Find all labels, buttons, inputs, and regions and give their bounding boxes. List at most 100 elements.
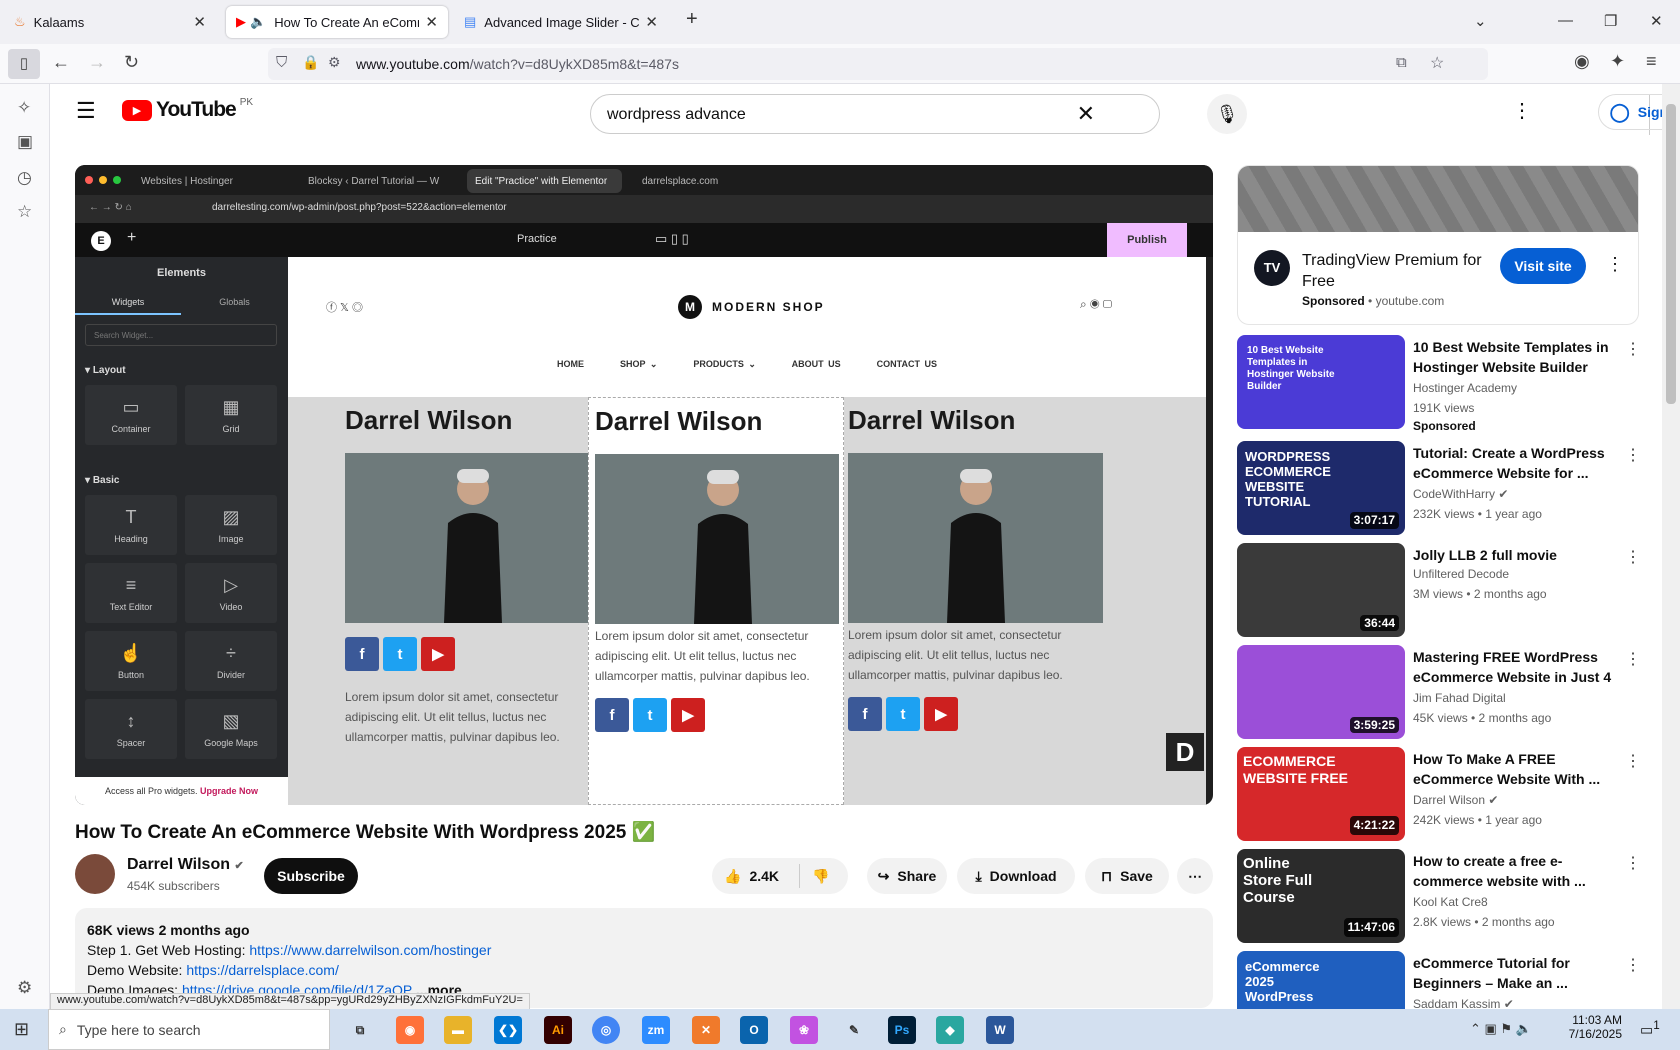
ai-chat-icon[interactable]: ✧ bbox=[17, 98, 31, 118]
related-video[interactable]: eCommerce 2025 WordPress eCommerce Tutor… bbox=[1237, 951, 1657, 1009]
lock-icon[interactable]: 🔒 bbox=[302, 54, 319, 71]
related-video[interactable]: 3:59:25 Mastering FREE WordPress eCommer… bbox=[1237, 645, 1657, 741]
picture-in-picture-icon[interactable]: ⧉ bbox=[1396, 54, 1407, 71]
word-icon[interactable]: W bbox=[986, 1016, 1014, 1044]
vscode-icon[interactable]: ❮❯ bbox=[494, 1016, 522, 1044]
pen-tool-icon[interactable]: ✎ bbox=[840, 1016, 868, 1044]
close-icon[interactable]: ✕ bbox=[425, 13, 438, 31]
related-video[interactable]: WORDPRESS ECOMMERCE WEBSITE TUTORIAL 3:07… bbox=[1237, 441, 1657, 537]
search-box[interactable]: wordpress advance ✕ ⌕ bbox=[590, 94, 1680, 135]
download-button[interactable]: ⤓ Download bbox=[957, 858, 1075, 894]
related-video[interactable]: 10 Best Website Templates in Hostinger W… bbox=[1237, 335, 1657, 433]
related-title[interactable]: How To Make A FREE eCommerce Website Wit… bbox=[1413, 749, 1623, 789]
video-thumbnail[interactable]: 36:44 bbox=[1237, 543, 1405, 637]
video-menu-icon[interactable]: ⋮ bbox=[1625, 649, 1641, 669]
task-view-icon[interactable]: ⧉ bbox=[346, 1016, 374, 1044]
related-channel[interactable]: Unfiltered Decode bbox=[1413, 567, 1509, 581]
browser-tab-docs[interactable]: ▤ Advanced Image Slider - Code ✕ bbox=[454, 6, 668, 38]
new-tab-button[interactable]: + bbox=[686, 8, 698, 31]
account-icon[interactable]: ◉ bbox=[1574, 51, 1590, 72]
shield-icon[interactable]: ⛉ bbox=[276, 54, 287, 71]
extensions-icon[interactable]: ✦ bbox=[1610, 51, 1625, 72]
visit-site-button[interactable]: Visit site bbox=[1500, 248, 1586, 284]
related-title[interactable]: 10 Best Website Templates in Hostinger W… bbox=[1413, 337, 1623, 377]
related-title[interactable]: How to create a free e-commerce website … bbox=[1413, 851, 1623, 891]
clear-search-icon[interactable]: ✕ bbox=[1077, 101, 1095, 127]
ad-more-icon[interactable]: ⋮ bbox=[1606, 254, 1624, 275]
close-icon[interactable]: ✕ bbox=[193, 13, 206, 31]
video-thumbnail[interactable]: 10 Best Website Templates in Hostinger W… bbox=[1237, 335, 1405, 429]
video-player[interactable]: Websites | Hostinger Blocksy ‹ Darrel Tu… bbox=[75, 165, 1213, 805]
system-tray-icons[interactable]: ⌃ ▣ ⚑ 🔈 bbox=[1470, 1021, 1532, 1037]
sidebar-toggle-icon[interactable]: ▯ bbox=[8, 49, 40, 79]
subscribe-button[interactable]: Subscribe bbox=[264, 858, 358, 894]
window-close-button[interactable]: ✕ bbox=[1650, 12, 1663, 30]
ad-banner-image[interactable] bbox=[1238, 166, 1638, 232]
browser-tab-youtube[interactable]: ▶ 🔈 How To Create An eCommerce ✕ bbox=[226, 6, 448, 38]
minimize-button[interactable]: — bbox=[1558, 12, 1573, 29]
history-icon[interactable]: ◷ bbox=[17, 168, 32, 188]
ad-title[interactable]: TradingView Premium for Free bbox=[1302, 250, 1492, 292]
synced-tabs-icon[interactable]: ▣ bbox=[17, 132, 33, 152]
bookmark-star-icon[interactable]: ☆ bbox=[1430, 53, 1444, 73]
more-options-icon[interactable]: ⋮ bbox=[1512, 98, 1532, 123]
related-title[interactable]: Mastering FREE WordPress eCommerce Websi… bbox=[1413, 647, 1623, 687]
thumbs-up-icon[interactable]: 👍 bbox=[724, 868, 741, 885]
hosting-link[interactable]: https://www.darrelwilson.com/hostinger bbox=[249, 942, 491, 958]
close-icon[interactable]: ✕ bbox=[645, 13, 658, 31]
scrollbar-thumb[interactable] bbox=[1666, 104, 1676, 404]
related-video[interactable]: 36:44 Jolly LLB 2 full movie Unfiltered … bbox=[1237, 543, 1657, 639]
save-button[interactable]: ⊓ Save bbox=[1085, 858, 1169, 894]
hamburger-menu-icon[interactable]: ☰ bbox=[76, 98, 96, 124]
video-thumbnail[interactable]: 3:59:25 bbox=[1237, 645, 1405, 739]
related-channel[interactable]: Hostinger Academy bbox=[1413, 381, 1517, 395]
file-explorer-icon[interactable]: ▬ bbox=[444, 1016, 472, 1044]
url-text[interactable]: www.youtube.com/watch?v=d8UykXD85m8&t=48… bbox=[356, 56, 679, 72]
settings-gear-icon[interactable]: ⚙ bbox=[17, 978, 32, 998]
video-menu-icon[interactable]: ⋮ bbox=[1625, 339, 1641, 359]
video-menu-icon[interactable]: ⋮ bbox=[1625, 955, 1641, 975]
illustrator-icon[interactable]: Ai bbox=[544, 1016, 572, 1044]
share-button[interactable]: ↪ Share bbox=[867, 858, 947, 894]
notification-center[interactable]: ▭1 bbox=[1640, 1019, 1660, 1039]
chrome-icon[interactable]: ◎ bbox=[592, 1016, 620, 1044]
related-title[interactable]: eCommerce Tutorial for Beginners – Make … bbox=[1413, 953, 1623, 993]
xampp-icon[interactable]: ✕ bbox=[692, 1016, 720, 1044]
permissions-icon[interactable]: ⚙ bbox=[328, 54, 341, 71]
video-menu-icon[interactable]: ⋮ bbox=[1625, 445, 1641, 465]
reload-icon[interactable]: ↻ bbox=[124, 52, 139, 73]
voice-search-button[interactable]: 🎙 bbox=[1207, 94, 1247, 134]
page-scrollbar[interactable] bbox=[1662, 84, 1680, 1009]
related-video[interactable]: Online Store Full Course 11:47:06 How to … bbox=[1237, 849, 1657, 945]
related-title[interactable]: Tutorial: Create a WordPress eCommerce W… bbox=[1413, 443, 1623, 483]
maximize-button[interactable]: ❐ bbox=[1604, 12, 1617, 30]
video-thumbnail[interactable]: Online Store Full Course 11:47:06 bbox=[1237, 849, 1405, 943]
bookmarks-icon[interactable]: ☆ bbox=[17, 202, 32, 222]
more-actions-button[interactable]: ⋯ bbox=[1177, 858, 1213, 894]
photoshop-icon[interactable]: Ps bbox=[888, 1016, 916, 1044]
search-input[interactable]: wordpress advance bbox=[607, 106, 746, 124]
chevron-down-icon[interactable]: ⌄ bbox=[1474, 12, 1487, 30]
firefox-icon[interactable]: ◉ bbox=[396, 1016, 424, 1044]
related-video[interactable]: ECOMMERCE WEBSITE FREE 4:21:22 How To Mak… bbox=[1237, 747, 1657, 843]
demo-website-link[interactable]: https://darrelsplace.com/ bbox=[186, 962, 339, 978]
video-thumbnail[interactable]: WORDPRESS ECOMMERCE WEBSITE TUTORIAL 3:07… bbox=[1237, 441, 1405, 535]
thumbs-down-icon[interactable]: 👎 bbox=[812, 868, 829, 885]
video-menu-icon[interactable]: ⋮ bbox=[1625, 751, 1641, 771]
related-channel-wrap[interactable]: Darrel Wilson ✔ bbox=[1413, 793, 1498, 807]
photos-icon[interactable]: ❀ bbox=[790, 1016, 818, 1044]
related-title[interactable]: Jolly LLB 2 full movie bbox=[1413, 545, 1623, 565]
outlook-icon[interactable]: O bbox=[740, 1016, 768, 1044]
windows-start-icon[interactable]: ⊞ bbox=[14, 1019, 29, 1040]
address-bar[interactable]: ⛉ 🔒 ⚙ www.youtube.com/watch?v=d8UykXD85m… bbox=[268, 48, 1488, 80]
forward-icon[interactable]: → bbox=[88, 52, 106, 73]
video-thumbnail[interactable]: eCommerce 2025 WordPress bbox=[1237, 951, 1405, 1009]
related-channel-wrap[interactable]: CodeWithHarry ✔ bbox=[1413, 487, 1508, 501]
taskbar-search[interactable]: ⌕ Type here to search bbox=[48, 1009, 330, 1050]
related-channel-wrap[interactable]: Saddam Kassim ✔ bbox=[1413, 997, 1514, 1009]
like-count[interactable]: 2.4K bbox=[749, 868, 779, 884]
channel-name-wrap[interactable]: Darrel Wilson ✔ bbox=[127, 856, 244, 874]
video-thumbnail[interactable]: ECOMMERCE WEBSITE FREE 4:21:22 bbox=[1237, 747, 1405, 841]
clock[interactable]: 11:03 AM 7/16/2025 bbox=[1562, 1013, 1622, 1041]
video-menu-icon[interactable]: ⋮ bbox=[1625, 547, 1641, 567]
